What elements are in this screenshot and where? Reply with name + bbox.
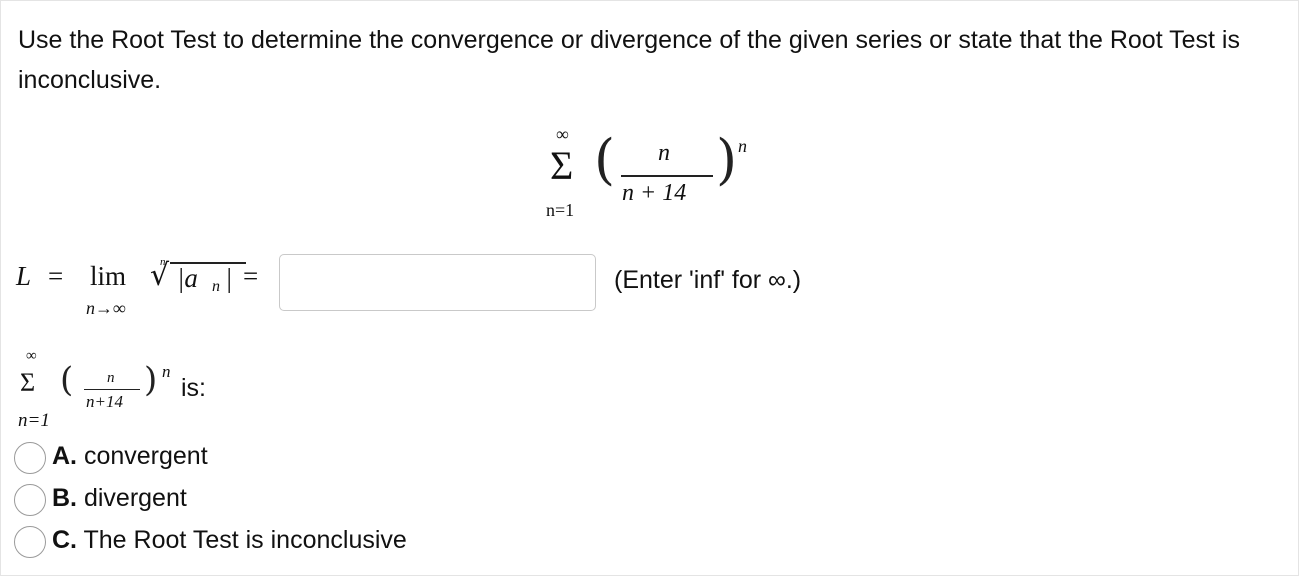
series-left-paren: ( [594, 128, 616, 191]
series-denominator: n + 14 [622, 180, 687, 206]
sigma-icon: Σ [550, 143, 574, 188]
radio-c[interactable] [14, 526, 46, 558]
series-right-paren: ) [716, 128, 738, 191]
series-small-suffix: is: [181, 374, 206, 402]
radio-a[interactable] [14, 442, 46, 474]
abs-close: | [225, 263, 233, 293]
radio-b[interactable] [14, 484, 46, 516]
limit-equals: = [48, 261, 64, 291]
limit-equals-2: = [243, 261, 259, 291]
series-small-numerator: n [107, 370, 115, 386]
series-lower: n=1 [546, 200, 575, 220]
series-small-right-paren: ) [144, 360, 158, 400]
series-small-exponent: n [162, 362, 171, 381]
choice-b-label: divergent [83, 484, 187, 512]
choice-a-letter: A. [52, 442, 77, 470]
choice-b-letter: B. [52, 484, 77, 512]
series-small-upper: ∞ [26, 348, 37, 364]
series-small-lower: n=1 [18, 410, 50, 431]
series-numerator: n [658, 140, 670, 166]
limit-L: L [16, 261, 32, 291]
choice-c-label: The Root Test is inconclusive [83, 526, 407, 554]
small-fraction-bar [84, 389, 140, 390]
limit-subscript: n→∞ [86, 298, 126, 318]
abs-subscript: n [212, 278, 220, 295]
question-text: Use the Root Test to determine the conve… [18, 26, 1240, 94]
input-hint: (Enter 'inf' for ∞.) [614, 266, 802, 294]
choice-c-letter: C. [52, 526, 77, 554]
fraction-bar [621, 175, 713, 177]
series-small-left-paren: ( [60, 360, 74, 400]
sigma-small-icon: Σ [20, 368, 36, 397]
choice-a-label: convergent [83, 442, 208, 470]
limit-answer-input[interactable] [279, 254, 596, 311]
limit-lim: lim [90, 261, 127, 291]
series-exponent: n [738, 136, 747, 156]
radical-icon: √ [150, 258, 170, 293]
series-small-denominator: n+14 [86, 392, 123, 411]
abs-expression: |a [177, 263, 198, 293]
